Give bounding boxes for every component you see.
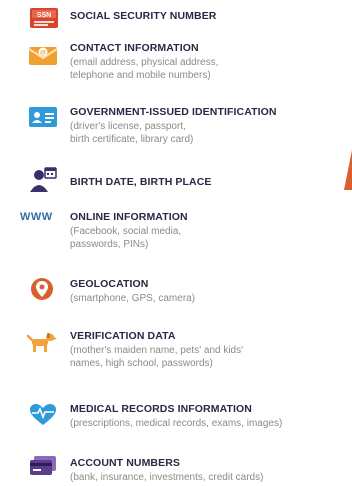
item-title: GOVERNMENT-ISSUED IDENTIFICATION bbox=[70, 106, 277, 118]
item-desc-line: passwords, PINs) bbox=[70, 239, 149, 250]
item-title: SOCIAL SECURITY NUMBER bbox=[70, 10, 217, 22]
item-title: CONTACT INFORMATION bbox=[70, 42, 199, 54]
credit-card-icon bbox=[26, 454, 60, 480]
item-title: GEOLOCATION bbox=[70, 278, 149, 290]
ssn-icon-text: SSN bbox=[37, 12, 51, 19]
item-title: ONLINE INFORMATION bbox=[70, 211, 188, 223]
person-calendar-icon bbox=[26, 166, 60, 192]
item-desc-line: telephone and mobile numbers) bbox=[70, 70, 211, 81]
item-desc-line: (smartphone, GPS, camera) bbox=[70, 293, 196, 304]
id-card-icon bbox=[26, 104, 60, 130]
dog-icon bbox=[26, 330, 60, 356]
item-title: ACCOUNT NUMBERS bbox=[70, 457, 180, 469]
svg-text:@: @ bbox=[40, 50, 46, 57]
item-desc-line: (Facebook, social media, bbox=[70, 226, 182, 237]
item-desc-line: (prescriptions, medical records, exams, … bbox=[70, 418, 283, 429]
cropped-graphic-edge bbox=[344, 150, 352, 190]
www-icon: WWW bbox=[20, 211, 53, 223]
item-desc-line: (driver's license, passport, bbox=[70, 121, 186, 132]
heart-pulse-icon bbox=[26, 401, 60, 427]
item-title: MEDICAL RECORDS INFORMATION bbox=[70, 403, 252, 415]
item-desc-line: (bank, insurance, investments, credit ca… bbox=[70, 472, 264, 483]
ssn-card-icon: SSN bbox=[28, 6, 62, 32]
item-title: VERIFICATION DATA bbox=[70, 330, 176, 342]
item-desc-line: birth certificate, library card) bbox=[70, 134, 194, 145]
envelope-icon: @ bbox=[26, 42, 60, 68]
item-desc-line: (email address, physical address, bbox=[70, 57, 219, 68]
item-desc-line: (mother's maiden name, pets' and kids' bbox=[70, 345, 244, 356]
item-title: BIRTH DATE, BIRTH PLACE bbox=[70, 176, 212, 188]
item-desc-line: names, high school, passwords) bbox=[70, 358, 213, 369]
location-pin-icon bbox=[26, 276, 60, 302]
